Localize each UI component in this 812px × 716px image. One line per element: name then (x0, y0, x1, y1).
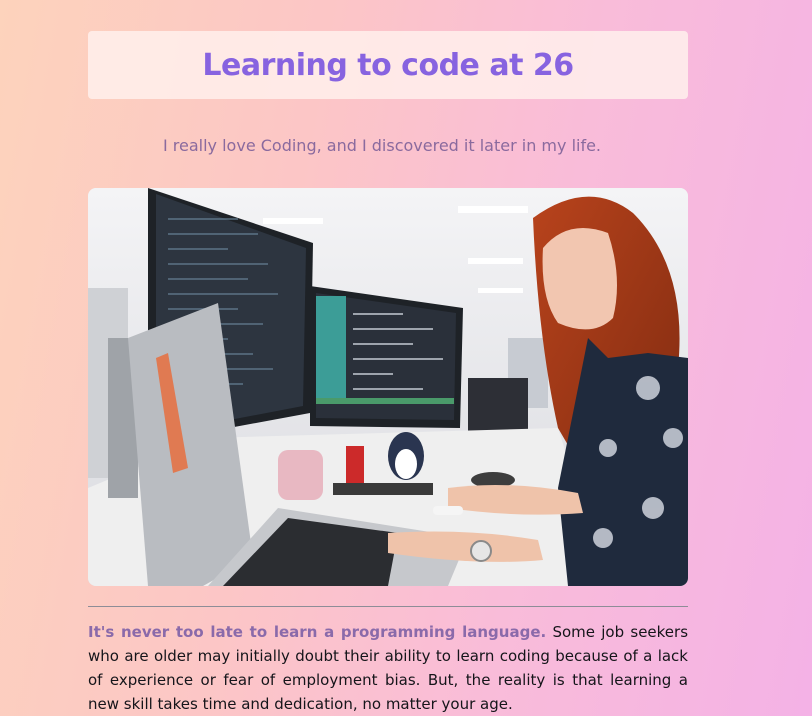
article-paragraph: It's never too late to learn a programmi… (88, 620, 688, 716)
hero-image (88, 188, 688, 586)
title-card: Learning to code at 26 (88, 31, 688, 99)
page-subtitle: I really love Coding, and I discovered i… (162, 136, 602, 155)
article-lead: It's never too late to learn a programmi… (88, 623, 547, 641)
hero-photo-illustration (88, 188, 688, 586)
page-container: Learning to code at 26 I really love Cod… (88, 31, 688, 716)
section-divider (88, 606, 688, 607)
page-title: Learning to code at 26 (202, 47, 574, 83)
